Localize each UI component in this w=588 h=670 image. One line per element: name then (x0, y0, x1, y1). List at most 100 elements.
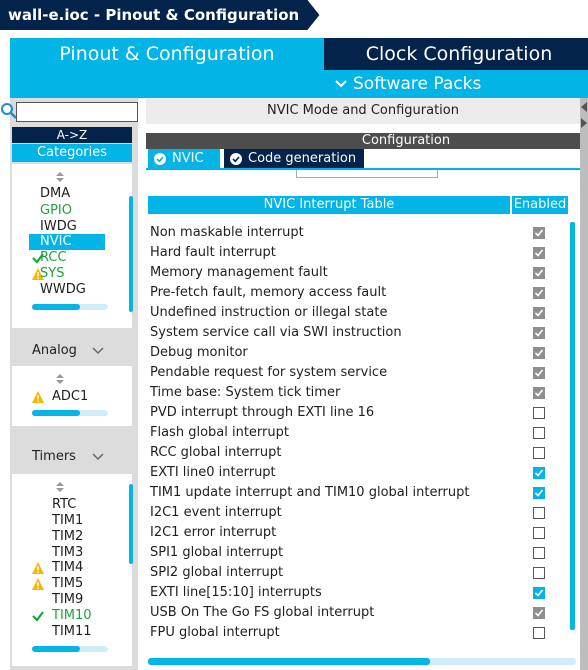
sidebar-item-adc1[interactable]: ADC1 (52, 389, 88, 405)
enabled-checkbox[interactable] (533, 427, 545, 439)
scroll-arrows-icon[interactable] (54, 374, 66, 384)
sidebar-item-tim2[interactable]: TIM2 (52, 529, 83, 545)
table-row[interactable]: Memory management fault (148, 263, 568, 283)
table-row[interactable]: Pendable request for system service (148, 363, 568, 383)
enabled-checkbox (533, 387, 545, 399)
timers-vertical-scrollbar[interactable] (129, 484, 133, 564)
table-row[interactable]: System service call via SWI instruction (148, 323, 568, 343)
table-row[interactable]: Hard fault interrupt (148, 243, 568, 263)
interrupt-name: USB On The Go FS global interrupt (150, 605, 375, 620)
table-row[interactable]: USB On The Go FS global interrupt (148, 603, 568, 623)
sidebar-item-wwdg[interactable]: WWDG (40, 282, 86, 298)
enabled-checkbox[interactable] (533, 447, 545, 459)
table-row[interactable]: I2C1 event interrupt (148, 503, 568, 523)
system-vertical-scrollbar[interactable] (129, 196, 133, 312)
enabled-checkbox[interactable] (533, 407, 545, 419)
sort-az-button[interactable]: A->Z (12, 127, 132, 143)
table-row[interactable]: I2C1 error interrupt (148, 523, 568, 543)
sidebar-item-sys[interactable]: SYS (40, 266, 64, 282)
table-row[interactable]: Undefined instruction or illegal state (148, 303, 568, 323)
search-input[interactable] (16, 102, 138, 122)
sidebar-item-tim4[interactable]: TIM4 (52, 560, 83, 576)
table-row[interactable]: FPU global interrupt (148, 623, 568, 643)
timers-horizontal-scrollbar[interactable] (32, 646, 108, 652)
sidebar-item-tim3[interactable]: TIM3 (52, 545, 83, 561)
table-row[interactable]: TIM1 update interrupt and TIM10 global i… (148, 483, 568, 503)
enabled-checkbox[interactable] (533, 467, 545, 479)
timers-label: Timers (32, 449, 76, 464)
enabled-checkbox (533, 327, 545, 339)
tab-pinout-configuration[interactable]: Pinout & Configuration (10, 38, 324, 70)
window-title: wall-e.ioc - Pinout & Configuration (0, 0, 308, 30)
sidebar-item-nvic[interactable]: NVIC (29, 234, 105, 250)
sidebar-item-iwdg[interactable]: IWDG (40, 219, 77, 235)
interrupt-name: Undefined instruction or illegal state (150, 305, 388, 320)
interrupt-name: EXTI line[15:10] interrupts (150, 585, 322, 600)
enabled-checkbox[interactable] (533, 547, 545, 559)
enabled-checkbox[interactable] (533, 527, 545, 539)
interrupt-name: Pendable request for system service (150, 365, 388, 380)
sidebar-item-gpio[interactable]: GPIO (40, 203, 72, 219)
sidebar-item-tim11[interactable]: TIM11 (52, 624, 92, 640)
system-horizontal-scrollbar[interactable] (32, 304, 108, 310)
timers-group-header[interactable]: Timers (12, 443, 132, 471)
table-row[interactable]: Pre-fetch fault, memory access fault (148, 283, 568, 303)
table-row[interactable]: RCC global interrupt (148, 443, 568, 463)
table-row[interactable]: Non maskable interrupt (148, 223, 568, 243)
table-row[interactable]: Flash global interrupt (148, 423, 568, 443)
table-row[interactable]: SPI1 global interrupt (148, 543, 568, 563)
column-header-enabled[interactable]: Enabled (512, 196, 568, 214)
check-circle-icon (154, 153, 166, 165)
table-row[interactable]: Time base: System tick timer (148, 383, 568, 403)
table-row[interactable]: PVD interrupt through EXTI line 16 (148, 403, 568, 423)
enabled-checkbox[interactable] (533, 627, 545, 639)
sidebar-item-tim1[interactable]: TIM1 (52, 513, 83, 529)
categories-button[interactable]: Categories (12, 144, 132, 162)
title-bar: wall-e.ioc - Pinout & Configuration (0, 0, 588, 30)
enabled-checkbox[interactable] (533, 507, 545, 519)
tab-nvic-label: NVIC (172, 151, 204, 166)
interrupt-name: Memory management fault (150, 265, 328, 280)
enabled-checkbox (533, 307, 545, 319)
interrupt-name: Debug monitor (150, 345, 248, 360)
scroll-arrows-icon[interactable] (54, 172, 66, 182)
check-icon (32, 611, 44, 622)
enabled-checkbox (533, 267, 545, 279)
tab-nvic[interactable]: NVIC (148, 149, 220, 169)
chevron-down-icon (92, 347, 104, 355)
interrupt-name: FPU global interrupt (150, 625, 280, 640)
warning-icon (32, 578, 44, 590)
table-horizontal-scrollbar[interactable] (148, 658, 576, 665)
sidebar-item-rcc[interactable]: RCC (40, 250, 67, 266)
sidebar-item-dma[interactable]: DMA (40, 186, 70, 202)
enabled-checkbox[interactable] (533, 487, 545, 499)
table-vertical-scrollbar[interactable] (570, 222, 575, 630)
configuration-header: Configuration (146, 133, 580, 149)
analog-horizontal-scrollbar[interactable] (32, 410, 108, 416)
interrupt-name: Non maskable interrupt (150, 225, 304, 240)
column-header-interrupt[interactable]: NVIC Interrupt Table (148, 196, 510, 214)
tab-clock-configuration[interactable]: Clock Configuration (324, 38, 588, 70)
table-row[interactable]: EXTI line0 interrupt (148, 463, 568, 483)
enabled-checkbox[interactable] (533, 567, 545, 579)
breadcrumb-arrow-icon (306, 0, 321, 30)
software-packs-menu[interactable]: Software Packs (353, 70, 481, 98)
scroll-arrows-icon[interactable] (54, 482, 66, 492)
analog-group-header[interactable]: Analog (12, 337, 132, 365)
table-row[interactable]: SPI2 global interrupt (148, 563, 568, 583)
sidebar-item-rtc[interactable]: RTC (52, 497, 76, 513)
table-row[interactable]: EXTI line[15:10] interrupts (148, 583, 568, 603)
sidebar-item-tim10[interactable]: TIM10 (52, 608, 92, 624)
table-row[interactable]: Debug monitor (148, 343, 568, 363)
main-tabs: Pinout & Configuration Clock Configurati… (10, 38, 588, 70)
priority-group-select[interactable] (296, 170, 438, 178)
tab-code-generation[interactable]: Code generation (224, 149, 364, 169)
panel-splitter[interactable] (580, 98, 588, 670)
sidebar-item-tim9[interactable]: TIM9 (52, 592, 83, 608)
interrupt-name: I2C1 error interrupt (150, 525, 277, 540)
collapse-arrow-icon[interactable] (581, 100, 587, 130)
sidebar-item-tim5[interactable]: TIM5 (52, 576, 83, 592)
enabled-checkbox[interactable] (533, 587, 545, 599)
enabled-checkbox (533, 227, 545, 239)
interrupt-name: SPI1 global interrupt (150, 545, 284, 560)
